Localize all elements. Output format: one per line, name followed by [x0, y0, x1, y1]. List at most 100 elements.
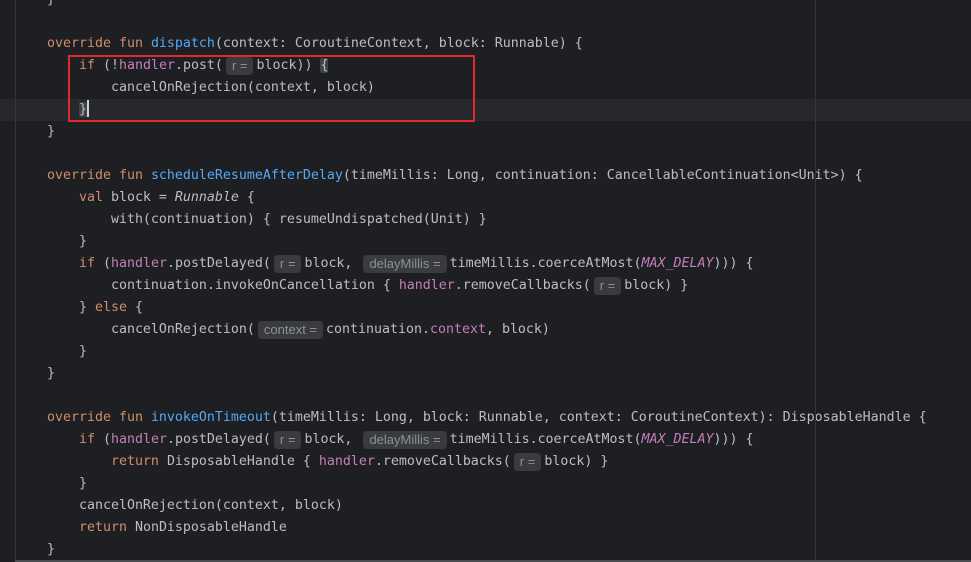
code-text[interactable]: timeMillis.coerceAtMost( — [450, 432, 642, 447]
code-keyword[interactable]: else — [95, 300, 127, 315]
code-italic-reference[interactable]: Runnable — [175, 190, 239, 205]
code-text[interactable]: ( — [103, 432, 111, 447]
code-property[interactable]: handler — [399, 278, 455, 293]
code-text[interactable]: NonDisposableHandle — [135, 520, 287, 535]
code-text[interactable]: .removeCallbacks( — [455, 278, 591, 293]
code-text[interactable]: { — [239, 190, 255, 205]
code-text[interactable] — [15, 190, 79, 205]
code-line[interactable]: } — [0, 231, 971, 253]
code-text[interactable]: } — [15, 300, 95, 315]
code-line[interactable]: return DisposableHandle { handler.remove… — [0, 451, 971, 473]
code-text[interactable]: block, — [304, 256, 360, 271]
code-text[interactable]: cancelOnRejection(context, block) — [15, 80, 375, 95]
code-text[interactable]: .removeCallbacks( — [375, 454, 511, 469]
code-line[interactable]: cancelOnRejection(context, block) — [0, 495, 971, 517]
code-text[interactable] — [15, 256, 79, 271]
code-keyword[interactable]: if — [79, 58, 103, 73]
code-text[interactable]: .postDelayed( — [167, 432, 271, 447]
code-constant[interactable]: MAX_DELAY — [642, 432, 714, 447]
code-line[interactable]: val block = Runnable { — [0, 187, 971, 209]
code-property[interactable]: context — [430, 322, 486, 337]
code-line[interactable]: if (handler.postDelayed(r = block, delayM… — [0, 429, 971, 451]
code-line[interactable]: override fun dispatch(context: Coroutine… — [0, 33, 971, 55]
code-line[interactable]: } — [0, 341, 971, 363]
code-text[interactable]: ( — [103, 256, 111, 271]
code-text[interactable]: cancelOnRejection( — [15, 322, 255, 337]
code-text[interactable]: ))) { — [713, 432, 753, 447]
code-text[interactable]: timeMillis.coerceAtMost( — [450, 256, 642, 271]
code-function-name[interactable]: dispatch — [151, 36, 215, 51]
code-line[interactable]: if (!handler.post(r = block)) { — [0, 55, 971, 77]
code-text[interactable]: } — [15, 124, 55, 139]
code-keyword[interactable]: val — [79, 190, 111, 205]
code-text[interactable]: block = — [111, 190, 175, 205]
code-line[interactable]: override fun scheduleResumeAfterDelay(ti… — [0, 165, 971, 187]
code-text[interactable] — [15, 410, 47, 425]
code-line[interactable]: } — [0, 363, 971, 385]
code-text[interactable]: cancelOnRejection(context, block) — [15, 498, 343, 513]
code-text[interactable] — [15, 454, 111, 469]
code-line[interactable] — [0, 11, 971, 33]
code-keyword[interactable]: if — [79, 432, 103, 447]
code-property[interactable]: handler — [319, 454, 375, 469]
code-text[interactable] — [15, 102, 79, 117]
code-line[interactable]: with(continuation) { resumeUndispatched(… — [0, 209, 971, 231]
code-function-name[interactable]: invokeOnTimeout — [151, 410, 271, 425]
code-text[interactable]: DisposableHandle { — [167, 454, 319, 469]
code-text[interactable] — [15, 432, 79, 447]
code-function-name[interactable]: scheduleResumeAfterDelay — [151, 168, 343, 183]
code-keyword[interactable]: override fun — [47, 36, 151, 51]
code-text[interactable] — [15, 36, 47, 51]
matched-brace[interactable]: } — [78, 102, 87, 117]
code-text[interactable]: block) } — [624, 278, 688, 293]
code-line[interactable]: } — [0, 539, 971, 561]
code-text[interactable]: block) } — [544, 454, 608, 469]
code-keyword[interactable]: return — [111, 454, 167, 469]
code-line[interactable]: cancelOnRejection(context, block) — [0, 77, 971, 99]
code-line[interactable]: } else { — [0, 297, 971, 319]
code-text[interactable]: (timeMillis: Long, block: Runnable, cont… — [271, 410, 927, 425]
code-property[interactable]: handler — [119, 58, 175, 73]
code-keyword[interactable]: override fun — [47, 168, 151, 183]
code-area[interactable]: } override fun dispatch(context: Corouti… — [0, 0, 971, 561]
matched-brace[interactable]: { — [320, 58, 329, 73]
code-text[interactable]: .post( — [175, 58, 223, 73]
code-line[interactable]: } — [0, 0, 971, 11]
code-text[interactable]: block, — [304, 432, 360, 447]
code-text[interactable] — [15, 58, 79, 73]
code-line[interactable]: continuation.invokeOnCancellation { hand… — [0, 275, 971, 297]
code-property[interactable]: handler — [111, 256, 167, 271]
code-constant[interactable]: MAX_DELAY — [642, 256, 714, 271]
code-text[interactable]: (timeMillis: Long, continuation: Cancell… — [343, 168, 863, 183]
code-text[interactable]: { — [127, 300, 143, 315]
code-line[interactable]: cancelOnRejection(context = continuation.… — [0, 319, 971, 341]
code-text[interactable]: continuation. — [326, 322, 430, 337]
code-text[interactable]: block)) — [256, 58, 320, 73]
code-keyword[interactable]: if — [79, 256, 103, 271]
code-keyword[interactable]: return — [79, 520, 135, 535]
code-text[interactable]: continuation.invokeOnCancellation { — [15, 278, 399, 293]
code-line[interactable]: override fun invokeOnTimeout(timeMillis:… — [0, 407, 971, 429]
code-text[interactable]: (context: CoroutineContext, block: Runna… — [215, 36, 583, 51]
code-keyword[interactable]: override fun — [47, 410, 151, 425]
code-text[interactable]: } — [15, 366, 55, 381]
code-editor[interactable]: } override fun dispatch(context: Corouti… — [0, 0, 971, 562]
code-text[interactable]: with(continuation) { resumeUndispatched(… — [15, 212, 487, 227]
code-text[interactable] — [15, 168, 47, 183]
code-text[interactable]: } — [15, 542, 55, 557]
code-text[interactable]: } — [15, 476, 87, 491]
code-property[interactable]: handler — [111, 432, 167, 447]
code-text[interactable]: } — [15, 0, 55, 7]
current-code-line[interactable]: } — [0, 99, 971, 121]
code-text[interactable]: (! — [103, 58, 119, 73]
code-text[interactable]: .postDelayed( — [167, 256, 271, 271]
code-text[interactable] — [15, 520, 79, 535]
code-text[interactable]: , block) — [486, 322, 550, 337]
code-line[interactable] — [0, 143, 971, 165]
code-line[interactable]: return NonDisposableHandle — [0, 517, 971, 539]
code-text[interactable]: ))) { — [713, 256, 753, 271]
code-text[interactable]: } — [15, 234, 87, 249]
code-line[interactable]: if (handler.postDelayed(r = block, delayM… — [0, 253, 971, 275]
code-text[interactable]: } — [15, 344, 87, 359]
code-line[interactable]: } — [0, 473, 971, 495]
